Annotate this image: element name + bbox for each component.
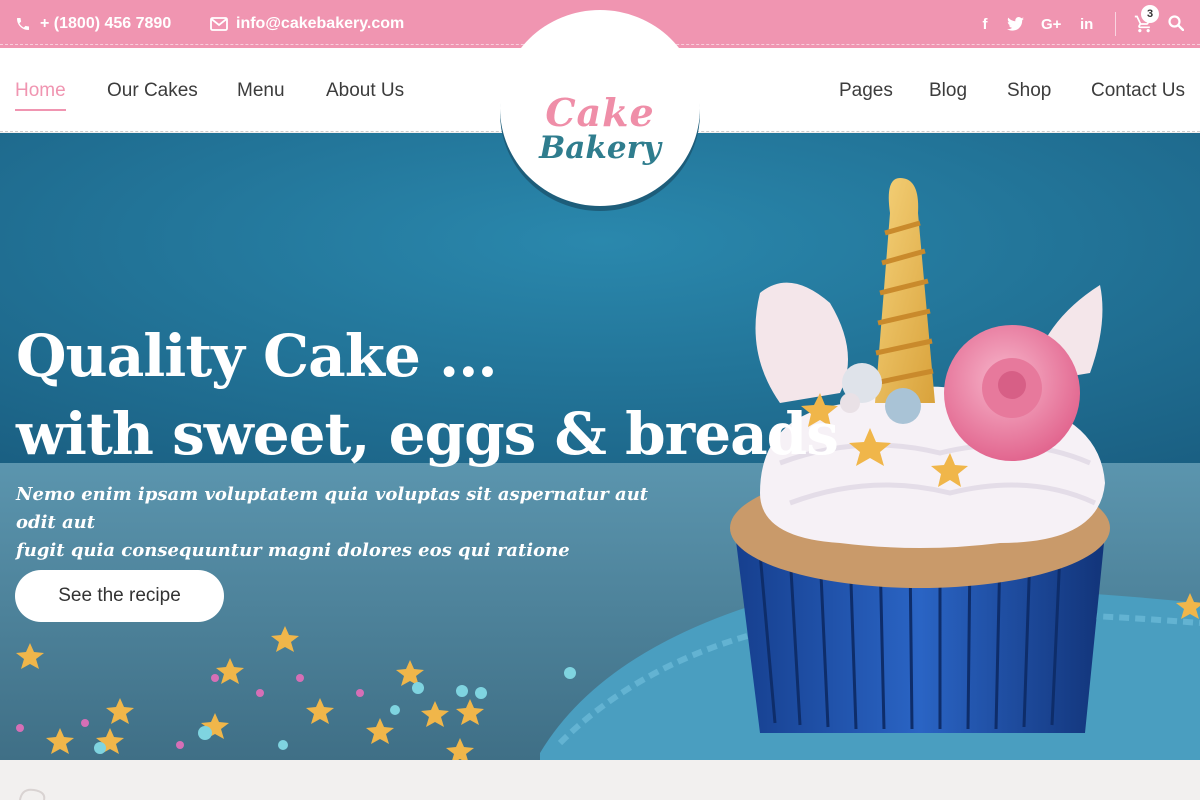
phone-contact[interactable]: + (1800) 456 7890: [14, 0, 171, 48]
logo-text-cake: Cake: [545, 90, 655, 135]
email-contact[interactable]: info@cakebakery.com: [210, 0, 404, 48]
cart-count-badge: 3: [1141, 5, 1159, 23]
nav-pages[interactable]: Pages: [839, 80, 893, 102]
google-plus-icon[interactable]: G+: [1041, 0, 1061, 48]
nav-contact-us[interactable]: Contact Us: [1091, 80, 1185, 102]
flower-decoration-icon: [19, 788, 46, 800]
next-section-strip: [0, 760, 1200, 800]
facebook-icon[interactable]: f: [978, 0, 992, 48]
nav-shop[interactable]: Shop: [1007, 80, 1051, 102]
nav-menu[interactable]: Menu: [237, 80, 285, 102]
nav-about-us[interactable]: About Us: [326, 80, 404, 102]
hero-subtitle-line-2: fugit quia consequuntur magni dolores eo…: [16, 540, 570, 561]
hero-subtitle: Nemo enim ipsam voluptatem quia voluptas…: [16, 481, 656, 565]
hero-banner: Quality Cake ... with sweet, eggs & brea…: [0, 133, 1200, 760]
logo-text-bakery: Bakery: [539, 130, 661, 166]
twitter-icon[interactable]: [1007, 0, 1024, 48]
see-recipe-button[interactable]: See the recipe: [15, 570, 224, 622]
hero-heading-line-2: with sweet, eggs & breads: [16, 400, 839, 468]
hero-heading: Quality Cake ... with sweet, eggs & brea…: [16, 317, 839, 473]
linkedin-icon[interactable]: in: [1080, 0, 1093, 48]
hero-heading-line-1: Quality Cake ...: [16, 322, 498, 390]
nav-our-cakes[interactable]: Our Cakes: [107, 80, 198, 102]
search-icon[interactable]: [1168, 15, 1186, 33]
email-address: info@cakebakery.com: [236, 15, 405, 32]
envelope-icon: [210, 15, 228, 33]
topbar-divider: [1115, 12, 1116, 36]
nav-home[interactable]: Home: [15, 80, 66, 111]
phone-number: + (1800) 456 7890: [40, 15, 172, 32]
site-logo[interactable]: Cake Bakery: [500, 10, 700, 206]
hero-subtitle-line-1: Nemo enim ipsam voluptatem quia voluptas…: [16, 484, 649, 533]
nav-blog[interactable]: Blog: [929, 80, 967, 102]
phone-icon: [14, 15, 32, 33]
